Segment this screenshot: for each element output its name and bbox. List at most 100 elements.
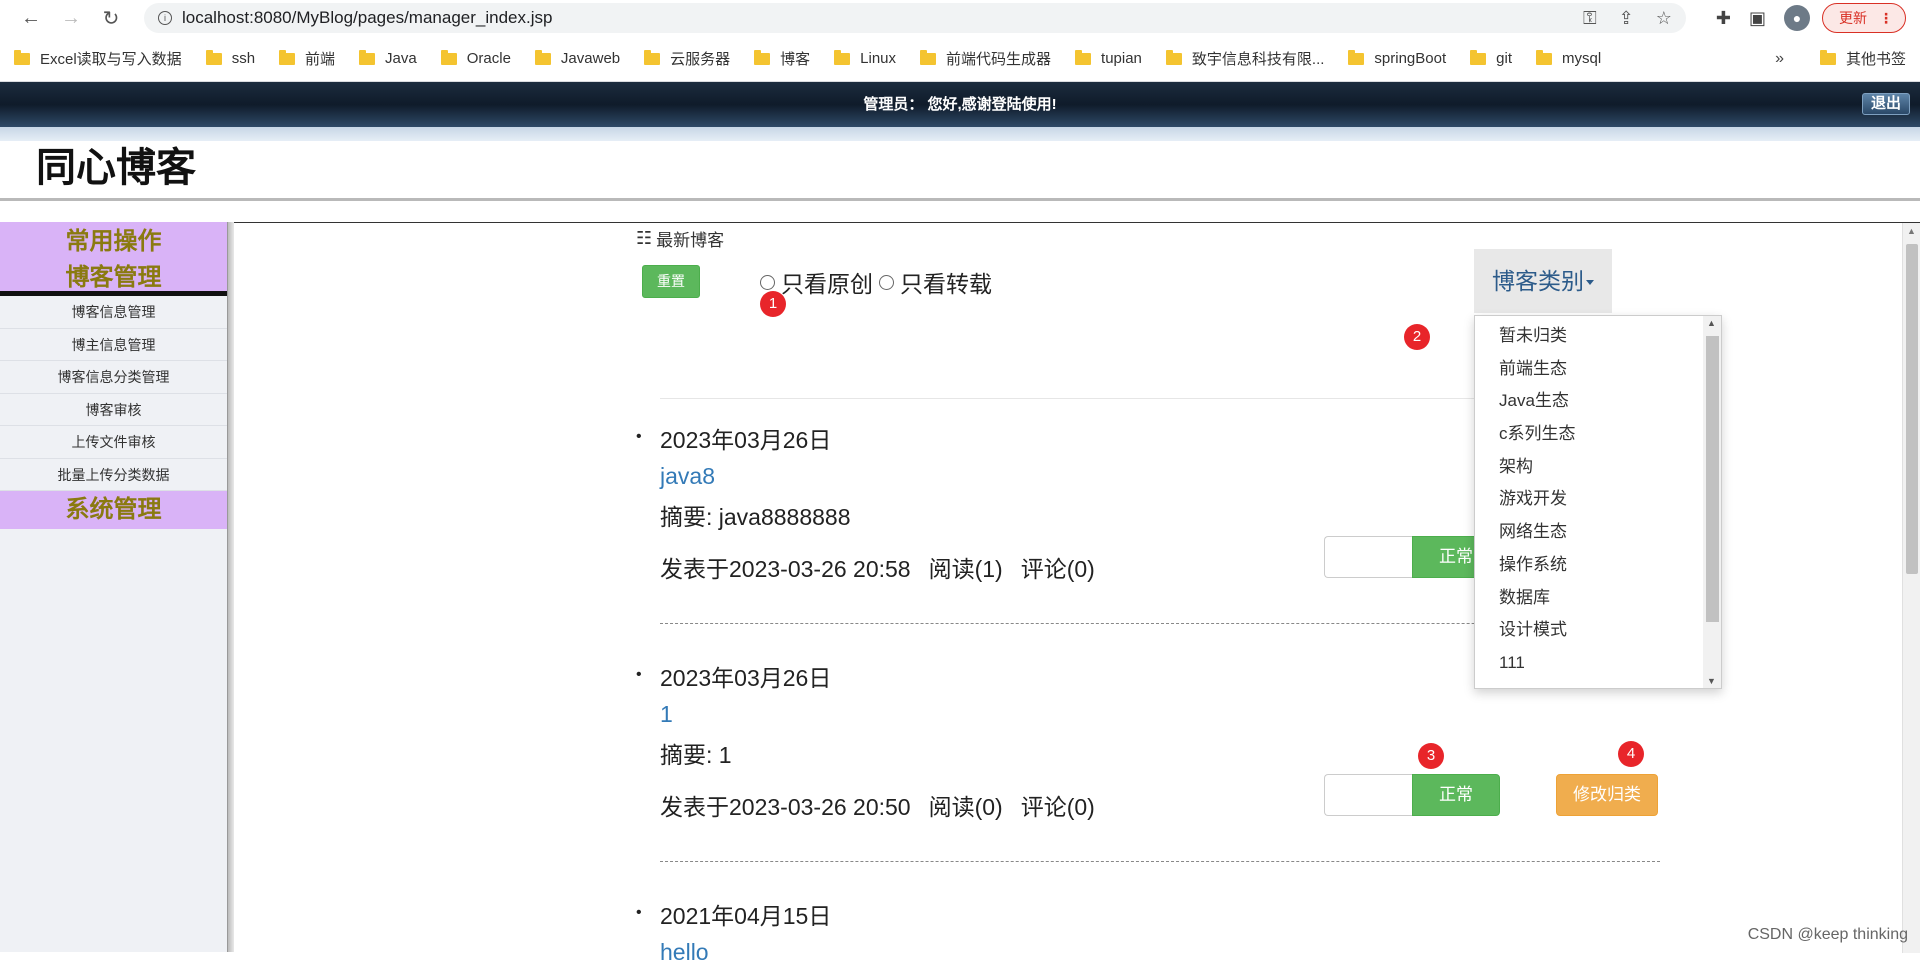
bookmark-label: springBoot xyxy=(1374,50,1447,67)
post-summary: 摘要: 1 xyxy=(660,742,732,768)
app-top-bar: 管理员： 您好,感谢登陆使用! 退出 xyxy=(0,82,1920,127)
bookmark-item[interactable]: git xyxy=(1470,49,1512,67)
key-icon[interactable]: ⚿ xyxy=(1583,8,1597,29)
sidebar-group-blog-label[interactable]: 博客管理 xyxy=(0,260,227,296)
folder-icon xyxy=(279,49,296,65)
extensions-icon[interactable]: ✚ xyxy=(1716,8,1731,29)
url-text[interactable]: localhost:8080/MyBlog/pages/manager_inde… xyxy=(182,8,1561,28)
scrollbar-thumb[interactable] xyxy=(1906,244,1918,574)
bookmark-item[interactable]: 前端代码生成器 xyxy=(920,48,1051,69)
browser-toolbar: ← → ↻ i localhost:8080/MyBlog/pages/mana… xyxy=(0,0,1920,36)
radio-repost[interactable] xyxy=(879,274,894,290)
bookmark-item[interactable]: 前端 xyxy=(279,48,335,69)
radio-original[interactable] xyxy=(760,274,775,290)
bookmark-item[interactable]: ssh xyxy=(205,49,255,67)
scroll-up-icon[interactable]: ▲ xyxy=(1707,318,1716,328)
page-scrollbar[interactable]: ▲ xyxy=(1902,223,1920,953)
site-info-icon[interactable]: i xyxy=(158,11,172,25)
bookmark-item[interactable]: Linux xyxy=(834,49,896,67)
status-button[interactable]: 正常 xyxy=(1412,774,1500,816)
post-date: 2021年04月15日 xyxy=(636,897,1676,931)
reset-button[interactable]: 重置 xyxy=(642,265,700,298)
sidebar-item-batch-upload[interactable]: 批量上传分类数据 xyxy=(0,459,227,491)
radio-repost-label[interactable]: 只看转载 xyxy=(900,265,992,299)
bookmark-item[interactable]: springBoot xyxy=(1348,49,1447,67)
category-option[interactable]: 操作系统 xyxy=(1475,549,1721,582)
menu-dots-icon[interactable]: ⋮ xyxy=(1879,10,1893,27)
bookmark-item[interactable]: mysql xyxy=(1535,49,1601,67)
bookmark-label: tupian xyxy=(1101,50,1142,67)
bookmark-item[interactable]: 博客 xyxy=(754,48,810,69)
category-option[interactable]: 设计模式 xyxy=(1475,614,1721,647)
logout-button[interactable]: 退出 xyxy=(1861,93,1910,115)
divider xyxy=(660,861,1660,862)
sidebar-group-system[interactable]: 系统管理 xyxy=(0,491,227,529)
category-option[interactable]: 暂未归类 xyxy=(1475,320,1721,353)
back-icon[interactable]: ← xyxy=(14,1,48,35)
side-panel-icon[interactable]: ▣ xyxy=(1749,8,1766,29)
bookmark-item[interactable]: 云服务器 xyxy=(644,48,730,69)
radio-original-label[interactable]: 只看原创 xyxy=(781,265,873,299)
update-label: 更新 xyxy=(1839,10,1867,26)
bookmark-label: 致宇信息科技有限... xyxy=(1191,51,1325,68)
change-category-button[interactable]: 修改归类 xyxy=(1556,774,1658,816)
sidebar-item-file-review[interactable]: 上传文件审核 xyxy=(0,426,227,459)
bookmark-item[interactable]: 致宇信息科技有限... xyxy=(1165,48,1325,69)
category-option[interactable]: 前端生态 xyxy=(1475,353,1721,386)
status-input[interactable] xyxy=(1324,774,1412,816)
update-button[interactable]: 更新 ⋮ xyxy=(1822,3,1906,33)
sidebar-item-blog-review[interactable]: 博客审核 xyxy=(0,394,227,426)
latest-blogs-label: 最新博客 xyxy=(656,231,725,250)
folder-icon xyxy=(1348,49,1365,65)
annotation-badge-1: 1 xyxy=(760,291,786,317)
annotation-badge-3: 3 xyxy=(1418,743,1444,769)
app-title: 同心博客 xyxy=(36,145,196,191)
bookmark-item[interactable]: Javaweb xyxy=(534,49,621,67)
category-option[interactable]: 数据库 xyxy=(1475,582,1721,615)
folder-icon xyxy=(1819,49,1836,65)
bookmark-item[interactable]: Java xyxy=(359,49,417,67)
blog-post: 2021年04月15日 hello xyxy=(636,897,1676,966)
other-bookmarks[interactable]: 其他书签 xyxy=(1819,48,1906,69)
sidebar-item-blog-info[interactable]: 博客信息管理 xyxy=(0,296,227,329)
category-option[interactable]: Java生态 xyxy=(1475,385,1721,418)
category-dropdown-button[interactable]: 博客类别 xyxy=(1474,249,1612,313)
star-icon[interactable]: ☆ xyxy=(1656,8,1672,29)
scrollbar-thumb[interactable] xyxy=(1706,336,1719,622)
category-option[interactable]: c系列生态 xyxy=(1475,418,1721,451)
category-option[interactable]: 网络生态 xyxy=(1475,516,1721,549)
address-bar[interactable]: i localhost:8080/MyBlog/pages/manager_in… xyxy=(144,3,1686,33)
sidebar-item-blogger-info[interactable]: 博主信息管理 xyxy=(0,329,227,361)
bookmark-label: 博客 xyxy=(780,51,811,68)
scroll-up-icon[interactable]: ▲ xyxy=(1907,226,1916,236)
bookmark-label: Excel读取与写入数据 xyxy=(40,51,182,68)
category-option[interactable]: 游戏开发 xyxy=(1475,483,1721,516)
bookmark-item[interactable]: Excel读取与写入数据 xyxy=(14,48,182,69)
post-title-link[interactable]: hello xyxy=(636,939,1676,966)
bookmark-item[interactable]: tupian xyxy=(1075,49,1142,67)
dropdown-scrollbar[interactable]: ▲ ▼ xyxy=(1703,316,1721,688)
scroll-down-icon[interactable]: ▼ xyxy=(1707,676,1716,686)
post-reads: 阅读(0) xyxy=(928,794,1003,820)
folder-icon xyxy=(534,49,551,65)
sidebar-item-blog-category[interactable]: 博客信息分类管理 xyxy=(0,361,227,394)
bookmark-label: Java xyxy=(385,50,417,67)
bookmarks-more-icon[interactable]: » xyxy=(1775,50,1784,68)
folder-icon xyxy=(359,49,376,65)
folder-icon xyxy=(834,49,851,65)
profile-avatar-icon[interactable]: ● xyxy=(1784,5,1810,31)
forward-icon[interactable]: → xyxy=(54,1,88,35)
category-option[interactable]: 111 xyxy=(1475,647,1721,680)
category-option[interactable]: 架构 xyxy=(1475,451,1721,484)
status-input[interactable] xyxy=(1324,536,1412,578)
sidebar-group-common-label[interactable]: 常用操作 xyxy=(0,224,227,260)
post-comments: 评论(0) xyxy=(1020,556,1095,582)
share-icon[interactable]: ⇪ xyxy=(1619,8,1634,29)
category-list: 暂未归类 前端生态 Java生态 c系列生态 架构 游戏开发 网络生态 操作系统… xyxy=(1475,316,1721,680)
bookmark-item[interactable]: Oracle xyxy=(440,49,511,67)
folder-icon xyxy=(1535,49,1552,65)
bookmark-label: Javaweb xyxy=(560,50,621,67)
caret-down-icon xyxy=(1586,280,1594,286)
post-title-link[interactable]: 1 xyxy=(636,701,1676,728)
reload-icon[interactable]: ↻ xyxy=(94,1,128,35)
